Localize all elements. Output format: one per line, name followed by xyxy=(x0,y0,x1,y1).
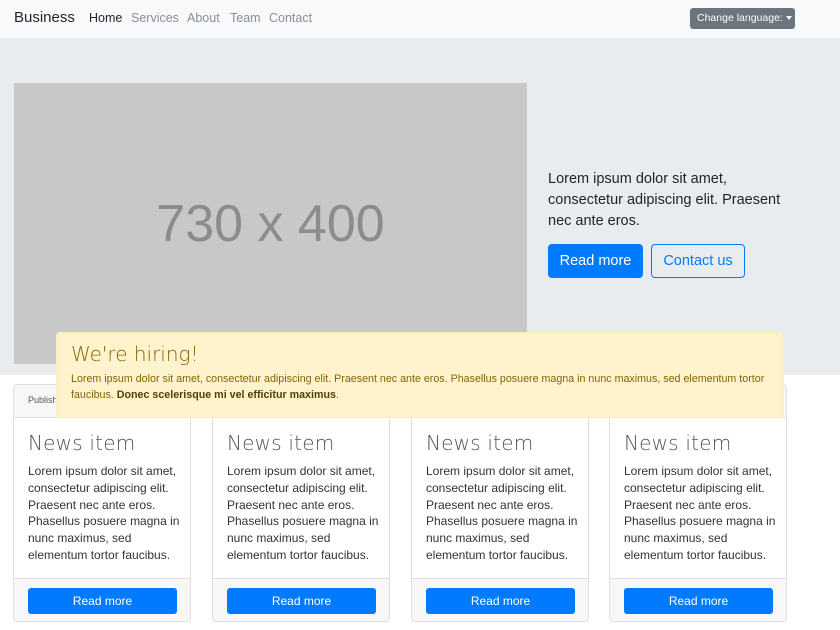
hero-read-more-button[interactable]: Read more xyxy=(548,244,643,278)
placeholder-size-label: 730 x 400 xyxy=(156,194,385,253)
news-card: News item Lorem ipsum dolor sit amet, co… xyxy=(212,384,390,622)
card-title: News item xyxy=(624,431,732,455)
hero-text: Lorem ipsum dolor sit amet, consectetur … xyxy=(548,171,781,229)
alert-body: Lorem ipsum dolor sit amet, consectetur … xyxy=(71,371,771,403)
nav-link-contact[interactable]: Contact xyxy=(269,11,312,25)
hero-contact-us-button[interactable]: Contact us xyxy=(651,244,745,278)
card-text: Lorem ipsum dolor sit amet, consectetur … xyxy=(624,464,776,562)
card-footer: Read more xyxy=(412,578,588,621)
card-read-more-button[interactable]: Read more xyxy=(426,588,575,614)
alert-title: We're hiring! xyxy=(71,342,199,366)
brand-logo[interactable]: Business xyxy=(14,9,75,26)
alert-body-bold: Donec scelerisque mi vel efficitur maxim… xyxy=(116,389,336,401)
hero-image-placeholder: 730 x 400 xyxy=(14,83,527,364)
card-title: News item xyxy=(227,431,335,455)
nav-link-home[interactable]: Home xyxy=(89,11,122,25)
card-read-more-button[interactable]: Read more xyxy=(28,588,177,614)
card-footer: Read more xyxy=(610,578,786,621)
news-card: Publish News item Lorem ipsum dolor sit … xyxy=(13,384,191,622)
navbar: Business Home Services About Team Contac… xyxy=(0,0,840,38)
news-card: News item Lorem ipsum dolor sit amet, co… xyxy=(609,384,787,622)
card-text: Lorem ipsum dolor sit amet, consectetur … xyxy=(426,464,578,562)
hiring-alert: We're hiring! Lorem ipsum dolor sit amet… xyxy=(56,332,784,418)
card-footer: Read more xyxy=(213,578,389,621)
caret-down-icon xyxy=(785,16,792,20)
card-read-more-button[interactable]: Read more xyxy=(624,588,773,614)
card-read-more-button[interactable]: Read more xyxy=(227,588,376,614)
card-text: Lorem ipsum dolor sit amet, consectetur … xyxy=(28,464,180,562)
card-title: News item xyxy=(28,431,136,455)
card-footer: Read more xyxy=(14,578,190,621)
nav-link-about[interactable]: About xyxy=(187,11,220,25)
change-language-label: Change language: xyxy=(697,12,783,24)
change-language-button[interactable]: Change language: xyxy=(690,8,795,29)
card-title: News item xyxy=(426,431,534,455)
nav-link-services[interactable]: Services xyxy=(131,11,179,25)
alert-body-end: . xyxy=(335,389,339,401)
nav-link-team[interactable]: Team xyxy=(230,11,261,25)
news-card: News item Lorem ipsum dolor sit amet, co… xyxy=(411,384,589,622)
card-text: Lorem ipsum dolor sit amet, consectetur … xyxy=(227,464,379,562)
